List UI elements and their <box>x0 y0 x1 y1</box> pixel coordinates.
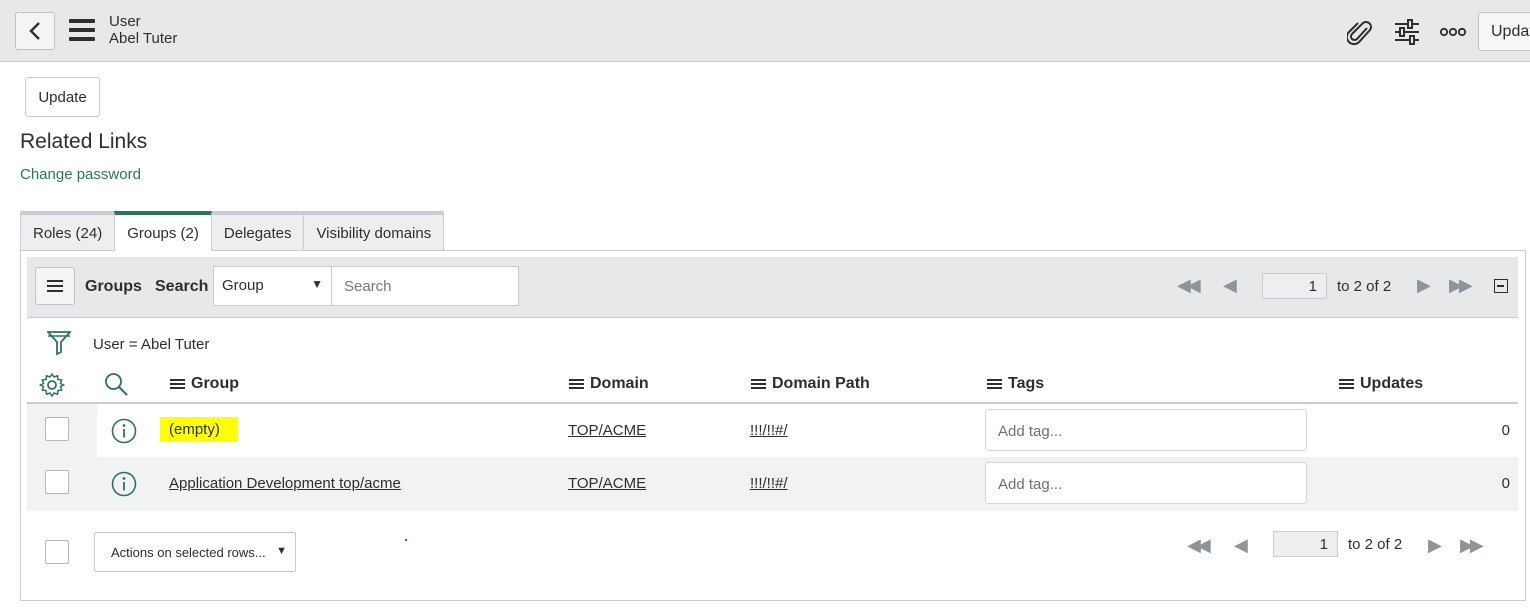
domain-path-link[interactable]: !!!/!!#/ <box>750 422 788 439</box>
back-icon <box>29 22 40 40</box>
column-label: Group <box>191 375 239 392</box>
first-page-icon[interactable]: ◀◀ <box>1187 535 1211 556</box>
prev-page-icon[interactable]: ◀ <box>1234 535 1248 556</box>
list-toolbar: Groups Search Group ▼ Search ◀◀ ◀ 1 to 2… <box>27 257 1518 318</box>
column-label: Domain <box>590 375 649 392</box>
list-title: Groups <box>85 278 142 295</box>
column-header-domain[interactable]: Domain <box>569 375 649 393</box>
table-row: (empty) TOP/ACME !!!/!!#/ Add tag... 0 <box>27 404 1518 458</box>
column-label: Domain Path <box>772 375 870 392</box>
stray-dot <box>405 539 407 541</box>
row-checkbox[interactable] <box>45 417 69 441</box>
domain-link[interactable]: TOP/ACME <box>568 422 646 439</box>
gear-icon[interactable] <box>39 372 65 398</box>
updates-value: 0 <box>1501 475 1510 492</box>
last-page-icon[interactable]: ▶▶ <box>1449 275 1473 296</box>
prev-page-icon[interactable]: ◀ <box>1223 275 1237 296</box>
next-page-icon[interactable]: ▶ <box>1417 275 1431 296</box>
domain-path-link[interactable]: !!!/!!#/ <box>750 475 788 492</box>
add-tag-input[interactable]: Add tag... <box>985 462 1307 504</box>
collapse-icon[interactable] <box>1494 279 1508 293</box>
search-field-select[interactable]: Group ▼ <box>213 266 332 306</box>
chevron-down-icon: ▼ <box>311 277 323 291</box>
search-field-value: Group <box>222 277 264 294</box>
first-page-icon[interactable]: ◀◀ <box>1177 275 1201 296</box>
menu-icon[interactable] <box>69 19 95 41</box>
column-menu-icon[interactable] <box>170 377 185 391</box>
tab-groups[interactable]: Groups (2) <box>114 211 212 251</box>
tab-roles[interactable]: Roles (24) <box>20 211 116 251</box>
column-header-updates[interactable]: Updates <box>1339 375 1423 393</box>
column-menu-icon[interactable] <box>751 377 766 391</box>
change-password-link[interactable]: Change password <box>20 166 141 183</box>
column-header-domain-path[interactable]: Domain Path <box>751 375 870 393</box>
column-header-group[interactable]: Group <box>170 375 239 393</box>
update-button[interactable]: Update <box>25 77 100 117</box>
actions-select-value: Actions on selected rows... <box>111 545 266 560</box>
column-header-tags[interactable]: Tags <box>987 375 1044 393</box>
list-menu-icon[interactable] <box>35 267 75 305</box>
row-checkbox[interactable] <box>45 470 69 494</box>
updates-value: 0 <box>1501 422 1510 439</box>
filter-icon[interactable] <box>45 330 73 361</box>
related-links-title: Related Links <box>20 130 148 153</box>
search-label: Search <box>155 278 209 295</box>
search-icon[interactable] <box>104 372 128 396</box>
row-select-cell <box>27 404 97 457</box>
group-cell-empty[interactable]: (empty) <box>160 417 238 442</box>
domain-link[interactable]: TOP/ACME <box>568 475 646 492</box>
column-menu-icon[interactable] <box>1339 377 1354 391</box>
info-icon[interactable] <box>111 471 137 502</box>
chevron-down-icon: ▼ <box>276 545 287 557</box>
page-number-input[interactable]: 1 <box>1273 531 1338 557</box>
next-page-icon[interactable]: ▶ <box>1428 535 1442 556</box>
row-select-cell <box>27 457 97 511</box>
page-range-text: to 2 of 2 <box>1337 278 1392 295</box>
page-number-input[interactable]: 1 <box>1262 273 1327 299</box>
info-icon[interactable] <box>111 418 137 449</box>
search-input[interactable]: Search <box>331 266 519 306</box>
record-type: User <box>109 13 141 30</box>
group-link[interactable]: Application Development top/acme <box>169 475 401 492</box>
record-name: Abel Tuter <box>109 30 178 47</box>
back-button[interactable] <box>15 12 55 50</box>
paperclip-icon[interactable] <box>1346 18 1374 46</box>
page-range-text: to 2 of 2 <box>1348 536 1403 553</box>
header-update-button[interactable]: Update <box>1478 12 1530 51</box>
settings-sliders-icon[interactable] <box>1393 18 1421 46</box>
tab-delegates[interactable]: Delegates <box>210 211 305 251</box>
tab-visibility-domains[interactable]: Visibility domains <box>303 211 445 251</box>
table-row: Application Development top/acme TOP/ACM… <box>27 457 1518 511</box>
column-label: Updates <box>1360 375 1424 392</box>
column-menu-icon[interactable] <box>987 377 1002 391</box>
actions-select[interactable]: Actions on selected rows... ▼ <box>94 532 296 572</box>
filter-breadcrumb[interactable]: User = Abel Tuter <box>93 336 209 353</box>
select-all-checkbox[interactable] <box>45 540 69 564</box>
add-tag-input[interactable]: Add tag... <box>985 409 1307 451</box>
form-header: User Abel Tuter Update <box>0 0 1530 62</box>
column-label: Tags <box>1008 375 1045 392</box>
column-menu-icon[interactable] <box>569 377 584 391</box>
last-page-icon[interactable]: ▶▶ <box>1460 535 1484 556</box>
related-list-tabs: Roles (24) Groups (2) Delegates Visibili… <box>20 211 445 251</box>
more-icon[interactable] <box>1439 18 1467 46</box>
